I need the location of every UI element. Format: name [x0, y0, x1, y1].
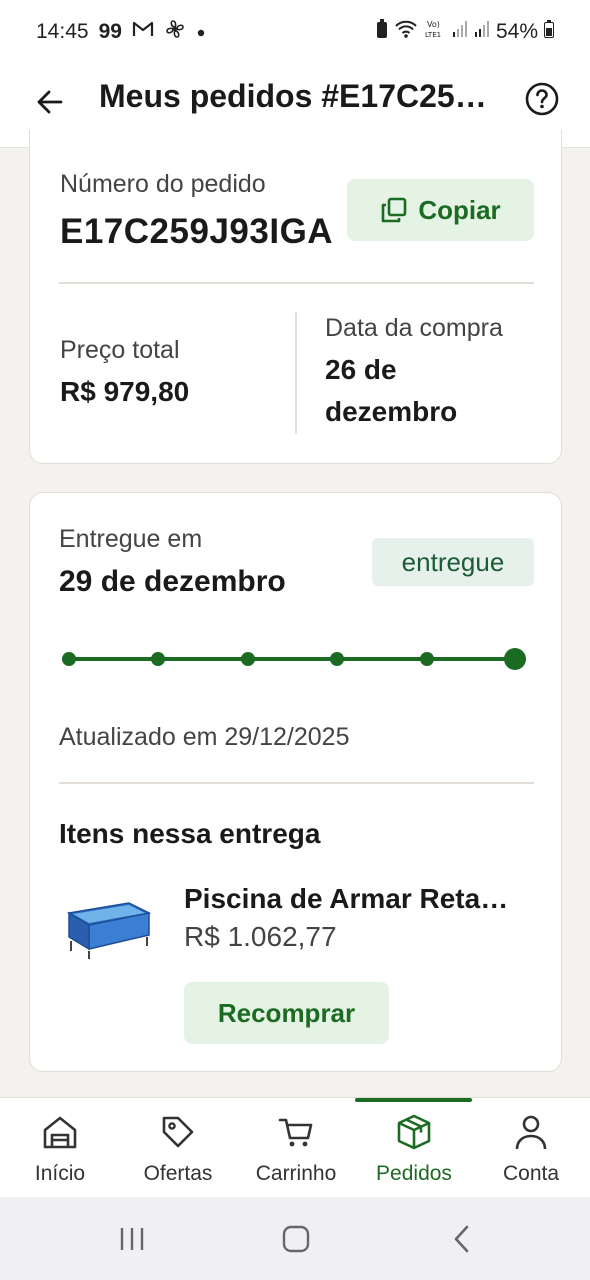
progress-dot	[420, 652, 434, 666]
recent-apps-button[interactable]	[114, 1223, 150, 1255]
fan-icon	[164, 18, 186, 46]
status-badge: entregue	[372, 538, 534, 586]
user-icon	[511, 1112, 551, 1152]
help-button[interactable]	[522, 79, 562, 119]
copy-button[interactable]: Copiar	[347, 179, 534, 241]
back-button[interactable]	[30, 82, 70, 122]
item-price: R$ 1.062,77	[184, 921, 337, 952]
recents-icon	[120, 1228, 144, 1250]
progress-dot	[62, 652, 76, 666]
copy-icon	[382, 197, 407, 223]
nav-item-ofertas[interactable]: Ofertas	[119, 1098, 237, 1198]
home-square-icon	[282, 1225, 310, 1253]
battery-percent: 54%	[495, 20, 538, 43]
nav-label-pedidos: Pedidos	[376, 1162, 452, 1185]
delivered-date: 29 de dezembro	[59, 565, 286, 598]
progress-line	[68, 657, 514, 661]
product-thumbnail	[59, 891, 155, 961]
rebuy-button-label: Recomprar	[217, 997, 356, 1028]
battery-saver-icon	[376, 19, 388, 45]
back-system-button[interactable]	[444, 1223, 480, 1255]
svg-text:LTE1: LTE1	[425, 31, 441, 39]
package-icon	[394, 1112, 434, 1152]
nav-item-inicio[interactable]: Início	[1, 1098, 119, 1198]
home-icon	[40, 1112, 80, 1152]
purchase-date-value-line1: 26 de	[325, 354, 397, 385]
notification-dot-icon	[196, 20, 206, 44]
updated-text: Atualizado em 29/12/2025	[59, 723, 350, 751]
items-section-title: Itens nessa entrega	[59, 818, 321, 849]
order-number-label: Número do pedido	[60, 170, 266, 198]
nav-item-pedidos[interactable]: Pedidos	[355, 1098, 473, 1198]
purchase-date-value-line2: dezembro	[325, 396, 458, 427]
nav-item-conta[interactable]: Conta	[472, 1098, 590, 1198]
volte-icon: Vo) LTE1	[424, 18, 446, 46]
delivered-label: Entregue em	[59, 525, 203, 553]
progress-dot	[151, 652, 165, 666]
gmail-icon	[132, 20, 154, 44]
progress-dot-current	[504, 648, 526, 670]
nav-label-inicio: Início	[34, 1162, 86, 1185]
system-navigation-bar	[0, 1197, 590, 1280]
cart-icon	[276, 1112, 316, 1152]
arrow-left-icon	[37, 90, 63, 114]
card-divider	[59, 282, 534, 284]
tag-icon	[158, 1112, 198, 1152]
order-item[interactable]: Piscina de Armar Reta… R$ 1.062,77	[59, 873, 534, 963]
signal-icon-2	[474, 19, 490, 45]
svg-text:Vo): Vo)	[427, 20, 440, 29]
wifi-icon	[394, 19, 418, 45]
nav-item-carrinho[interactable]: Carrinho	[237, 1098, 355, 1198]
home-system-button[interactable]	[278, 1223, 314, 1255]
delivery-card: Entregue em 29 de dezembro entregue Atua…	[29, 492, 562, 1072]
purchase-date-label: Data da compra	[325, 314, 503, 342]
nav-label-ofertas: Ofertas	[143, 1162, 213, 1185]
page-title: Meus pedidos #E17C25…	[99, 78, 487, 114]
status-time: 14:45	[36, 20, 89, 43]
total-price-label: Preço total	[60, 336, 180, 364]
app-badge-99: 99	[98, 20, 122, 43]
item-name: Piscina de Armar Reta…	[184, 883, 509, 914]
bottom-navigation: Início Ofertas Carrinho Pedidos Conta	[0, 1097, 590, 1197]
progress-dot	[330, 652, 344, 666]
order-summary-card: Número do pedido E17C259J93IGA Copiar Pr…	[29, 130, 562, 464]
progress-dot	[241, 652, 255, 666]
total-price-value: R$ 979,80	[60, 376, 190, 407]
order-number-value: E17C259J93IGA	[60, 212, 334, 251]
battery-icon	[544, 20, 554, 44]
card-divider	[59, 782, 534, 784]
nav-label-carrinho: Carrinho	[255, 1162, 337, 1185]
chevron-left-icon	[454, 1225, 469, 1253]
status-bar: 14:45 99 Vo) LTE1 54%	[0, 0, 590, 64]
rebuy-button[interactable]: Recomprar	[184, 982, 389, 1044]
signal-icon-1	[452, 19, 468, 45]
copy-button-label: Copiar	[418, 194, 501, 225]
nav-label-conta: Conta	[502, 1162, 560, 1185]
help-icon	[525, 82, 559, 116]
card-vertical-divider	[295, 312, 297, 434]
